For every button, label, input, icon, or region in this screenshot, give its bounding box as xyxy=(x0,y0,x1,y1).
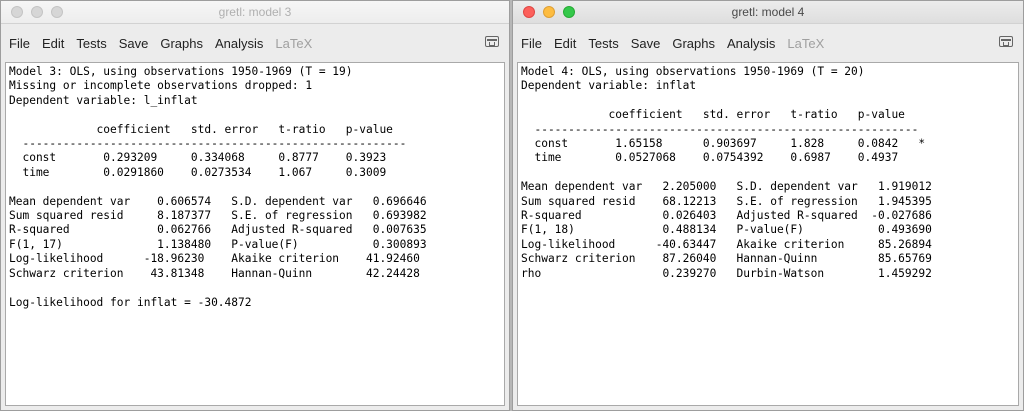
window-title: gretl: model 3 xyxy=(218,5,292,19)
menu-graphs[interactable]: Graphs xyxy=(160,36,203,51)
menu-analysis[interactable]: Analysis xyxy=(215,36,263,51)
model-output-text: Model 3: OLS, using observations 1950-19… xyxy=(9,65,427,309)
model-3-window: gretl: model 3 File Edit Tests Save Grap… xyxy=(0,0,510,411)
menu-latex: LaTeX xyxy=(275,35,313,51)
menu-graphs[interactable]: Graphs xyxy=(672,36,715,51)
printer-icon[interactable] xyxy=(999,36,1013,47)
model-output-pane[interactable]: Model 4: OLS, using observations 1950-19… xyxy=(517,62,1019,406)
menu-tests[interactable]: Tests xyxy=(76,36,106,51)
model-output-pane[interactable]: Model 3: OLS, using observations 1950-19… xyxy=(5,62,505,406)
menu-bar: File Edit Tests Save Graphs Analysis LaT… xyxy=(513,24,1023,62)
model-output-text: Model 4: OLS, using observations 1950-19… xyxy=(521,65,932,280)
menu-save[interactable]: Save xyxy=(631,36,661,51)
menu-save[interactable]: Save xyxy=(119,36,149,51)
model-4-window: gretl: model 4 File Edit Tests Save Grap… xyxy=(512,0,1024,411)
title-bar[interactable]: gretl: model 3 xyxy=(1,1,509,24)
menu-file[interactable]: File xyxy=(9,36,30,51)
menu-latex: LaTeX xyxy=(787,35,825,51)
menu-edit[interactable]: Edit xyxy=(554,36,576,51)
title-bar[interactable]: gretl: model 4 xyxy=(513,1,1023,24)
window-title: gretl: model 4 xyxy=(731,5,805,19)
menu-tests[interactable]: Tests xyxy=(588,36,618,51)
menu-file[interactable]: File xyxy=(521,36,542,51)
menu-edit[interactable]: Edit xyxy=(42,36,64,51)
printer-icon[interactable] xyxy=(485,36,499,47)
menu-analysis[interactable]: Analysis xyxy=(727,36,775,51)
menu-bar: File Edit Tests Save Graphs Analysis LaT… xyxy=(1,24,509,62)
